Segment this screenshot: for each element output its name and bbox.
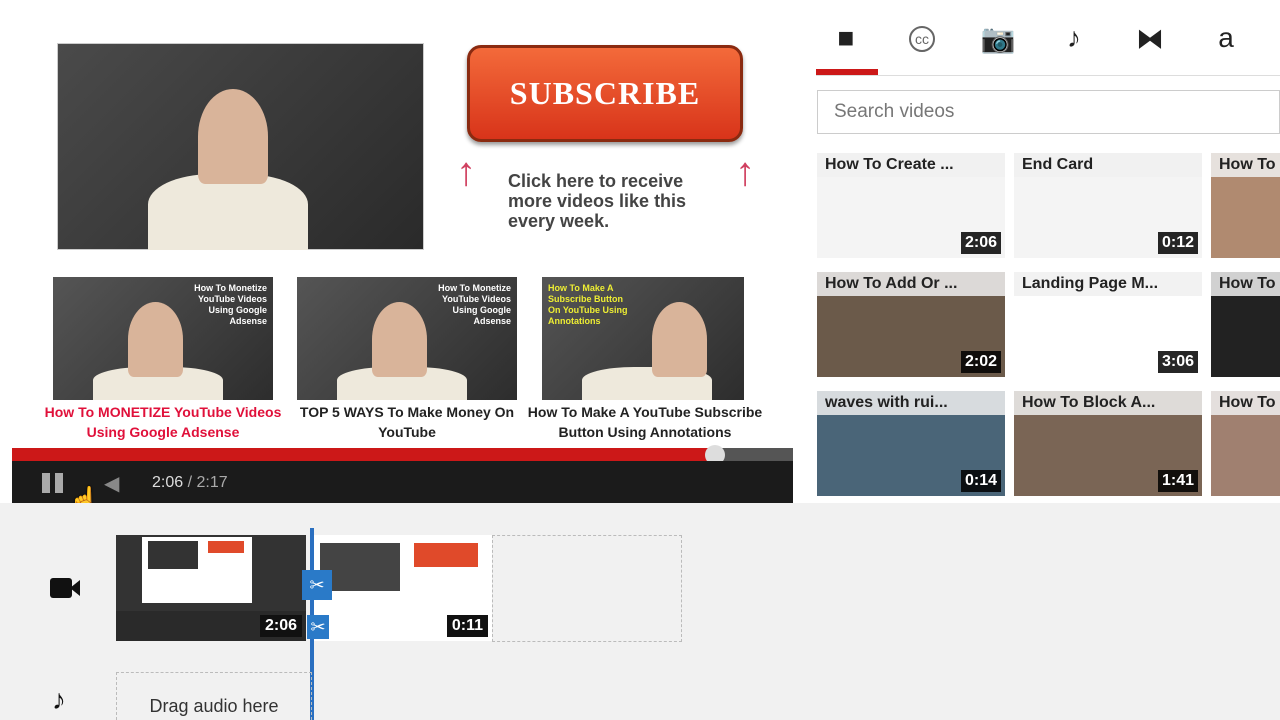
tab-closed-captions[interactable]: cc: [892, 22, 952, 62]
thumb-text: How To Monetize YouTube Videos Using Goo…: [438, 283, 511, 326]
cta-text: Click here to receive more videos like t…: [508, 171, 687, 231]
video-track-icon-lens: [70, 580, 80, 596]
video-title: End Card: [1014, 153, 1202, 177]
split-scissors-icon[interactable]: ✂: [302, 570, 332, 600]
arrow-right-icon: ↑: [735, 150, 755, 194]
video-card[interactable]: waves with rui... 0:14: [817, 391, 1005, 496]
video-title: waves with rui...: [817, 391, 1005, 415]
arrow-left-icon: ↑: [456, 150, 476, 194]
video-card[interactable]: Landing Page M... 3:06: [1014, 272, 1202, 377]
video-drop-zone[interactable]: [492, 535, 682, 642]
video-card[interactable]: How To Add Or ... 2:02: [817, 272, 1005, 377]
tab-video-camera[interactable]: ■: [816, 22, 876, 62]
video-card[interactable]: How To Block A... 1:41: [1014, 391, 1202, 496]
thumb-text: How To Make A Subscribe Button On YouTub…: [548, 283, 628, 326]
subscribe-button[interactable]: SUBSCRIBE: [467, 45, 743, 142]
video-duration: 2:06: [960, 232, 1001, 254]
search-videos-input[interactable]: Search videos: [817, 90, 1280, 134]
tab-music-note[interactable]: ♪: [1044, 22, 1104, 62]
camera-icon: 📷: [980, 23, 1016, 54]
video-duration: 3:06: [1157, 351, 1198, 373]
thumb-text: How To Monetize YouTube Videos Using Goo…: [194, 283, 267, 326]
media-tabs: ■ cc 📷 ♪ ⧓ a: [816, 0, 1280, 76]
suggested-video-thumbnail[interactable]: How To Make A Subscribe Button On YouTub…: [542, 277, 744, 400]
tab-camera[interactable]: 📷: [968, 22, 1028, 62]
video-card[interactable]: How To: [1211, 272, 1280, 377]
volume-icon[interactable]: ◀: [104, 471, 119, 496]
pause-button[interactable]: [42, 473, 64, 493]
video-title: Landing Page M...: [1014, 272, 1202, 296]
active-tab-indicator: [816, 69, 878, 75]
tab-transitions[interactable]: ⧓: [1120, 22, 1180, 62]
player-controls: ◀: [12, 461, 793, 503]
timeline-clip[interactable]: 2:06: [116, 535, 306, 641]
progress-fill: [12, 448, 715, 461]
suggested-video-caption[interactable]: How To Make A YouTube Subscribe Button U…: [515, 402, 775, 442]
suggested-video-caption[interactable]: How To MONETIZE YouTube Videos Using Goo…: [38, 402, 288, 442]
video-card[interactable]: How To: [1211, 391, 1280, 496]
time-display: 2:06 / 2:17: [152, 474, 228, 492]
progress-bar[interactable]: [12, 445, 793, 465]
suggested-video-thumbnail[interactable]: How To Monetize YouTube Videos Using Goo…: [53, 277, 273, 400]
closed-captions-icon: cc: [909, 26, 935, 52]
video-camera-icon: ■: [837, 22, 855, 53]
clip-duration: 2:06: [259, 615, 302, 637]
video-duration: 2:02: [960, 351, 1001, 373]
end-card: SUBSCRIBE ↑ ↑ Click here to receive more…: [10, 0, 793, 448]
total-time: 2:17: [196, 474, 228, 491]
video-title: How To Block A...: [1014, 391, 1202, 415]
video-duration: 1:41: [1157, 470, 1198, 492]
tab-text[interactable]: a: [1196, 22, 1256, 62]
clip-duration: 0:11: [446, 615, 488, 637]
video-duration: 0:12: [1157, 232, 1198, 254]
split-scissors-icon[interactable]: ✂: [307, 615, 329, 639]
suggested-video-caption[interactable]: TOP 5 WAYS To Make Money On YouTube: [282, 402, 532, 442]
video-card[interactable]: How To Create ... 2:06: [817, 153, 1005, 258]
video-title: How To Add Or ...: [817, 272, 1005, 296]
transitions-icon: ⧓: [1136, 23, 1164, 54]
video-title: How To: [1211, 153, 1280, 177]
video-player[interactable]: SUBSCRIBE ↑ ↑ Click here to receive more…: [0, 0, 800, 515]
video-card[interactable]: How To: [1211, 153, 1280, 258]
video-title: How To: [1211, 391, 1280, 415]
audio-drop-zone[interactable]: Drag audio here: [116, 672, 312, 720]
time-separator: /: [183, 474, 197, 491]
video-duration: 0:14: [960, 470, 1001, 492]
audio-track-icon: ♪: [52, 684, 66, 715]
timeline-clip[interactable]: 0:11: [314, 535, 492, 641]
video-title: How To Create ...: [817, 153, 1005, 177]
text-icon: a: [1218, 22, 1234, 53]
video-track-icon: [50, 578, 72, 598]
video-card[interactable]: End Card 0:12: [1014, 153, 1202, 258]
video-title: How To: [1211, 272, 1280, 296]
music-note-icon: ♪: [1067, 22, 1081, 53]
featured-video-thumbnail[interactable]: [57, 43, 424, 250]
suggested-video-thumbnail[interactable]: How To Monetize YouTube Videos Using Goo…: [297, 277, 517, 400]
current-time: 2:06: [152, 474, 184, 491]
